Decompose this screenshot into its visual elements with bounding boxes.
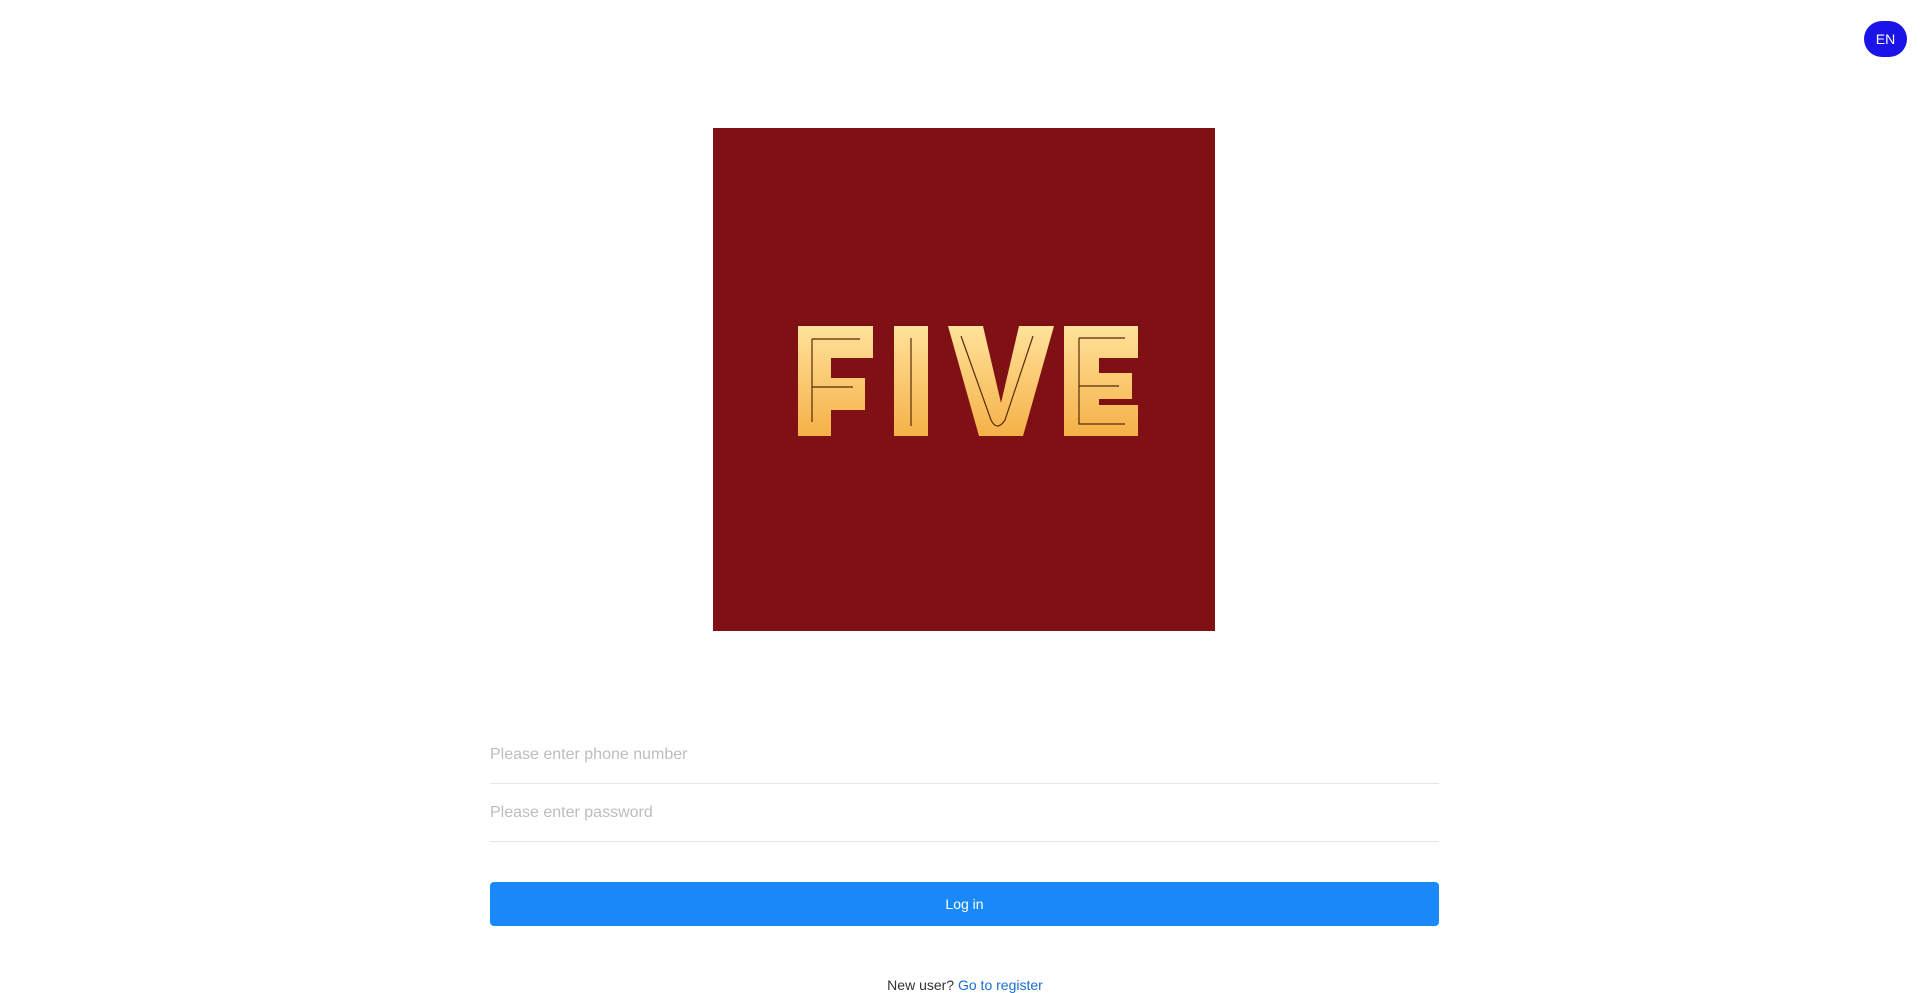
logo-text: FIVE: [963, 625, 966, 627]
logo-letter-i: [894, 326, 928, 436]
login-page: EN FIVE Please enter phone number Log in…: [0, 0, 1920, 993]
register-prompt: New user? Go to register: [0, 976, 1920, 993]
password-field: [490, 784, 1439, 842]
logo-letter-e: [1064, 326, 1138, 436]
register-link[interactable]: Go to register: [958, 977, 1043, 993]
phone-field: [490, 726, 1439, 784]
brand-logo: FIVE: [713, 128, 1215, 631]
language-switch-button[interactable]: EN: [1864, 21, 1907, 57]
phone-input[interactable]: [490, 740, 1439, 770]
login-button[interactable]: Log in: [490, 882, 1439, 926]
password-input[interactable]: [490, 798, 1439, 828]
login-form: Log in: [490, 726, 1439, 926]
brand-logo-graphic: FIVE: [713, 128, 1215, 631]
new-user-text: New user?: [887, 977, 955, 993]
